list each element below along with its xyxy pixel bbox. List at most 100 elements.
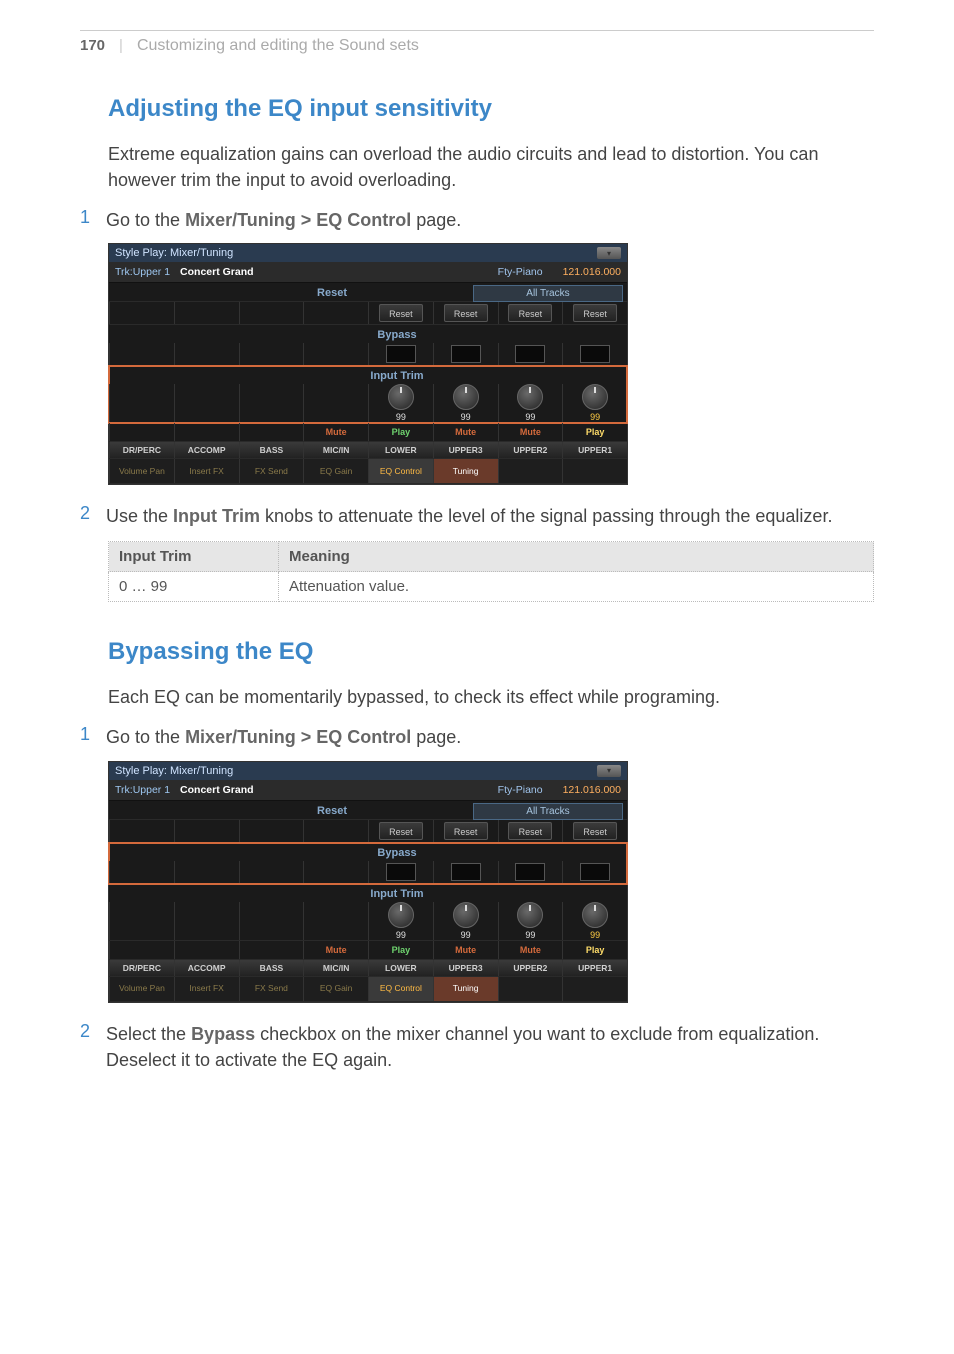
tab-fx-send[interactable]: FX Send (239, 459, 304, 483)
col-header: MIC/IN (303, 442, 368, 458)
menu-dropdown-icon[interactable]: ▾ (597, 765, 621, 777)
tab-empty (562, 459, 627, 483)
step-number: 2 (72, 503, 90, 529)
tab-fx-send[interactable]: FX Send (239, 977, 304, 1001)
tab-eq-gain[interactable]: EQ Gain (303, 977, 368, 1001)
track-label: Trk:Upper 1 (115, 266, 170, 278)
mixer-screenshot-2: Style Play: Mixer/Tuning ▾ Trk:Upper 1 C… (108, 761, 628, 1003)
mixer-title-bar: Style Play: Mixer/Tuning ▾ (109, 762, 627, 780)
play-indicator[interactable]: Play (392, 427, 411, 437)
tab-tuning[interactable]: Tuning (433, 459, 498, 483)
tab-eq-gain[interactable]: EQ Gain (303, 459, 368, 483)
mute-indicator[interactable]: Mute (455, 945, 476, 955)
reset-section: Reset All Tracks (109, 283, 627, 302)
ui-path: Mixer/Tuning > EQ Control (185, 727, 411, 747)
tab-eq-control[interactable]: EQ Control (368, 459, 433, 483)
play-indicator[interactable]: Play (392, 945, 411, 955)
page-sep: | (119, 37, 123, 54)
col-header: BASS (239, 442, 304, 458)
table-cell: Attenuation value. (279, 572, 874, 602)
mute-play-row: Mute Play Mute Mute Play (109, 941, 627, 960)
step-text-post: page. (411, 210, 461, 230)
sound-category: Fty-Piano (498, 784, 543, 796)
input-trim-knob[interactable] (453, 384, 479, 410)
play-indicator[interactable]: Play (586, 427, 605, 437)
col-header: ACCOMP (174, 960, 239, 976)
input-trim-section: Input Trim 99 99 99 99 (109, 366, 627, 423)
tab-volume-pan[interactable]: Volume Pan (109, 977, 174, 1001)
bypass-checkbox[interactable] (580, 863, 610, 881)
page-number: 170 (80, 37, 105, 54)
input-trim-knob[interactable] (453, 902, 479, 928)
bypass-checkbox[interactable] (515, 345, 545, 363)
tab-tuning[interactable]: Tuning (433, 977, 498, 1001)
tab-row: Volume Pan Insert FX FX Send EQ Gain EQ … (109, 977, 627, 1002)
step-text-post: page. (411, 727, 461, 747)
step-text-post: knobs to attenuate the level of the sign… (260, 506, 832, 526)
bypass-checkbox[interactable] (386, 345, 416, 363)
reset-button[interactable]: Reset (379, 822, 423, 840)
reset-button[interactable]: Reset (573, 822, 617, 840)
reset-button[interactable]: Reset (444, 304, 488, 322)
tab-eq-control[interactable]: EQ Control (368, 977, 433, 1001)
chapter-title: Customizing and editing the Sound sets (137, 37, 419, 55)
bypass-checkbox[interactable] (386, 863, 416, 881)
bypass-label: Bypass (109, 843, 627, 861)
col-header: MIC/IN (303, 960, 368, 976)
mute-indicator[interactable]: Mute (520, 945, 541, 955)
col-header: UPPER1 (562, 960, 627, 976)
mute-indicator[interactable]: Mute (326, 427, 347, 437)
mixer-track-info: Trk:Upper 1 Concert Grand Fty-Piano 121.… (109, 780, 627, 801)
knob-value: 99 (461, 412, 471, 422)
mute-indicator[interactable]: Mute (455, 427, 476, 437)
knob-value: 99 (525, 930, 535, 940)
sound-category: Fty-Piano (498, 266, 543, 278)
bypass-checkbox[interactable] (580, 345, 610, 363)
sound-name: Concert Grand (180, 266, 254, 278)
tab-empty (562, 977, 627, 1001)
tab-volume-pan[interactable]: Volume Pan (109, 459, 174, 483)
table-header: Input Trim (109, 542, 279, 572)
reset-button[interactable]: Reset (444, 822, 488, 840)
page-header: 170 | Customizing and editing the Sound … (80, 30, 874, 55)
input-trim-knob[interactable] (388, 384, 414, 410)
reset-button[interactable]: Reset (573, 304, 617, 322)
bypass-checkbox[interactable] (451, 345, 481, 363)
col-header: UPPER3 (433, 442, 498, 458)
window-title: Style Play: Mixer/Tuning (115, 247, 233, 259)
menu-dropdown-icon[interactable]: ▾ (597, 247, 621, 259)
reset-button[interactable]: Reset (379, 304, 423, 322)
input-trim-knob[interactable] (388, 902, 414, 928)
col-header: UPPER2 (498, 442, 563, 458)
knob-value: 99 (461, 930, 471, 940)
bypass-section: Bypass (109, 843, 627, 884)
all-tracks-label: All Tracks (473, 285, 623, 302)
s1-step2: 2 Use the Input Trim knobs to attenuate … (80, 503, 874, 529)
mute-indicator[interactable]: Mute (326, 945, 347, 955)
bypass-checkbox[interactable] (515, 863, 545, 881)
ui-path: Mixer/Tuning > EQ Control (185, 210, 411, 230)
input-trim-knob[interactable] (582, 902, 608, 928)
reset-buttons-row: Reset Reset Reset Reset (109, 302, 627, 325)
play-indicator[interactable]: Play (586, 945, 605, 955)
input-trim-knob[interactable] (582, 384, 608, 410)
bypass-checkbox[interactable] (451, 863, 481, 881)
section1-intro: Extreme equalization gains can overload … (108, 141, 874, 193)
column-headers: DR/PERC ACCOMP BASS MIC/IN LOWER UPPER3 … (109, 960, 627, 977)
input-trim-param-table: Input Trim Meaning 0 … 99 Attenuation va… (108, 541, 874, 602)
bypass-section: Bypass (109, 325, 627, 366)
reset-button[interactable]: Reset (508, 304, 552, 322)
input-trim-label: Input Trim (109, 366, 627, 384)
input-trim-knob[interactable] (517, 902, 543, 928)
tab-insert-fx[interactable]: Insert FX (174, 977, 239, 1001)
col-header: DR/PERC (109, 960, 174, 976)
col-header: DR/PERC (109, 442, 174, 458)
input-trim-section: Input Trim 99 99 99 99 (109, 884, 627, 941)
table-cell: 0 … 99 (109, 572, 279, 602)
tab-insert-fx[interactable]: Insert FX (174, 459, 239, 483)
mute-indicator[interactable]: Mute (520, 427, 541, 437)
input-trim-knob[interactable] (517, 384, 543, 410)
reset-button[interactable]: Reset (508, 822, 552, 840)
mute-play-row: Mute Play Mute Mute Play (109, 423, 627, 442)
window-title: Style Play: Mixer/Tuning (115, 765, 233, 777)
